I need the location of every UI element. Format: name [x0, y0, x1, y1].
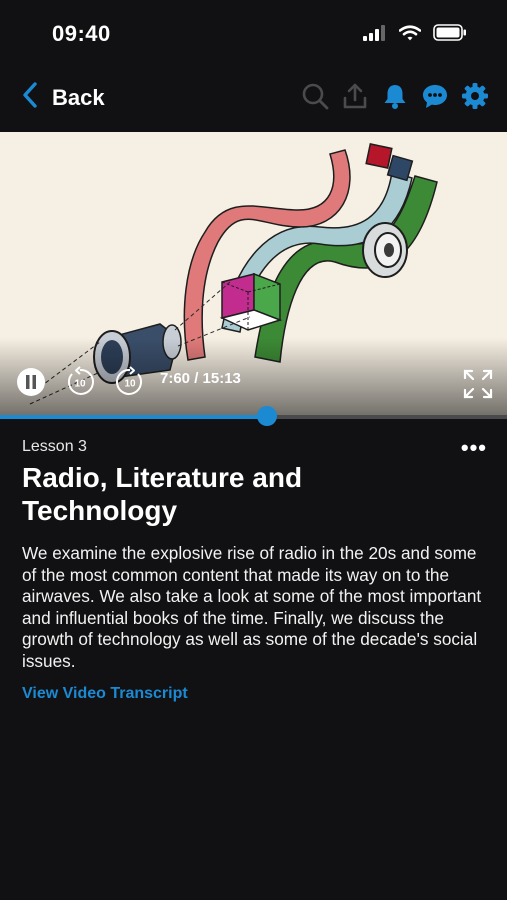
view-transcript-link[interactable]: View Video Transcript: [22, 685, 188, 703]
search-icon[interactable]: [301, 82, 329, 110]
status-icons: [363, 24, 467, 46]
skip-forward-label: 10: [124, 379, 136, 390]
more-options-button[interactable]: •••: [461, 437, 487, 459]
chevron-left-icon: [22, 82, 38, 113]
nav-actions: [301, 82, 489, 110]
share-icon[interactable]: [341, 82, 369, 110]
rewind-icon: 10: [67, 366, 94, 395]
video-player[interactable]: 10 10 7:60 / 15:13: [0, 132, 507, 418]
nav-bar: Back: [0, 66, 507, 132]
status-time: 09:40: [52, 21, 111, 46]
battery-icon: [433, 24, 467, 46]
skip-back-label: 10: [74, 379, 86, 390]
fast-forward-icon: 10: [116, 366, 143, 395]
fullscreen-button[interactable]: [462, 368, 494, 405]
wifi-icon: [398, 24, 422, 46]
lesson-number: Lesson 3: [22, 438, 87, 455]
time-readout: 7:60 / 15:13: [160, 370, 241, 387]
chat-icon[interactable]: [421, 82, 449, 110]
skip-back-button[interactable]: 10: [64, 366, 96, 403]
back-label: Back: [52, 84, 105, 110]
video-progress-knob[interactable]: [257, 406, 278, 426]
pause-button[interactable]: [16, 367, 46, 402]
bell-icon[interactable]: [381, 82, 409, 110]
cellular-signal-icon: [363, 24, 387, 46]
lesson-description: We examine the explosive rise of radio i…: [22, 543, 482, 671]
skip-forward-button[interactable]: 10: [114, 366, 146, 403]
expand-icon: [463, 369, 493, 399]
back-button[interactable]: Back: [22, 82, 105, 113]
video-progress-bar[interactable]: [0, 406, 507, 426]
status-bar: 09:40: [0, 0, 507, 66]
gear-icon[interactable]: [461, 82, 489, 110]
lesson-title: Radio, Literature and Technology: [22, 462, 303, 526]
video-progress-fill: [0, 415, 268, 419]
